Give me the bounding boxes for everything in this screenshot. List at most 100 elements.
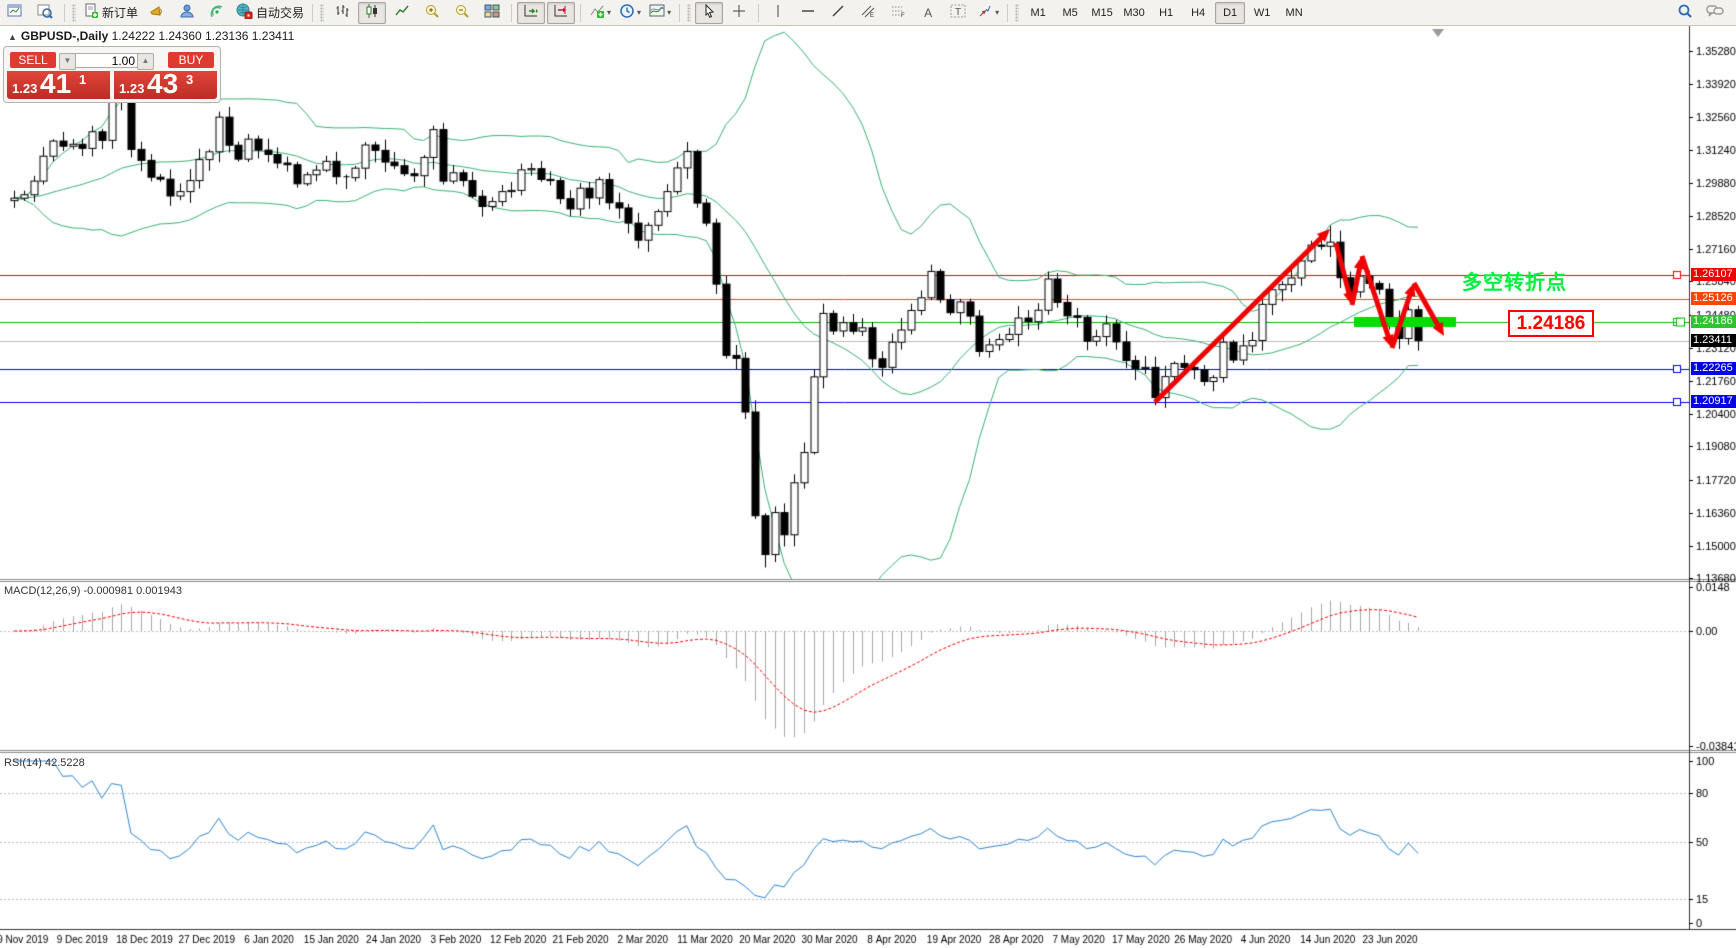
horizontal-line-icon: [800, 3, 816, 22]
megaphone-icon: [149, 3, 165, 22]
vertical-line-icon: [770, 3, 786, 22]
bar-chart-icon: [334, 3, 350, 22]
text-tool-button[interactable]: A: [914, 2, 942, 24]
price-badge-orange: 1.25126: [1691, 292, 1736, 305]
line-chart-button[interactable]: [388, 2, 416, 24]
cursor-icon: [701, 3, 717, 22]
tile-windows-icon: [484, 3, 500, 22]
templates-button[interactable]: ▾: [646, 2, 674, 24]
zoom-out-icon: [454, 3, 470, 22]
zoom-in-icon: [424, 3, 440, 22]
price-box-annotation[interactable]: 1.24186: [1508, 310, 1594, 337]
search-button[interactable]: [1671, 2, 1699, 24]
autotrading-icon: [236, 3, 253, 22]
buy-price-display[interactable]: 1.23 43 3: [114, 68, 217, 99]
chat-button[interactable]: [1701, 2, 1729, 24]
crosshair-icon: [731, 3, 747, 22]
trendline-tool-button[interactable]: [824, 2, 852, 24]
zoom-in-button[interactable]: [418, 2, 446, 24]
sell-price-display[interactable]: 1.23 41 1: [7, 68, 110, 99]
sell-button[interactable]: SELL: [10, 52, 56, 68]
fibonacci-icon: F: [890, 3, 906, 22]
dropdown-arrow-icon: ▾: [637, 8, 642, 17]
collapse-icon[interactable]: ▲: [8, 32, 17, 42]
ohlc-values: 1.24222 1.24360 1.23136 1.23411: [111, 29, 295, 43]
profiles-button[interactable]: [31, 2, 59, 24]
cursor-tool-button[interactable]: [695, 1, 724, 24]
autotrading-label: 自动交易: [256, 6, 305, 20]
chart-shift-icon: [553, 3, 569, 22]
bid-price-small: 1.23: [12, 81, 38, 96]
zoom-out-button[interactable]: [448, 2, 476, 24]
timeframe-m15-button[interactable]: M15: [1087, 2, 1117, 24]
chat-icon: [1706, 3, 1724, 22]
timeframe-m30-button[interactable]: M30: [1119, 2, 1149, 24]
price-badge-blue-1: 1.22265: [1691, 362, 1736, 375]
rsi-label: RSI(14) 42.5228: [4, 757, 85, 769]
svg-text:E: E: [870, 13, 874, 19]
tile-windows-button[interactable]: [478, 2, 506, 24]
svg-text:T: T: [955, 7, 961, 18]
auto-scroll-button[interactable]: [517, 1, 546, 24]
bar-chart-button[interactable]: [328, 2, 356, 24]
buy-button[interactable]: BUY: [168, 52, 214, 68]
auto-scroll-icon: [523, 3, 539, 22]
new-chart-button[interactable]: [1, 2, 29, 24]
timeframe-mn-button[interactable]: MN: [1279, 2, 1309, 24]
label-tool-button[interactable]: T: [944, 2, 972, 24]
volume-input[interactable]: [75, 53, 139, 68]
chart-canvas[interactable]: [0, 0, 1736, 948]
price-badge-green: 1.24186: [1691, 315, 1736, 328]
timeframe-m1-button[interactable]: M1: [1023, 2, 1053, 24]
clock-icon: [619, 3, 635, 22]
price-badge-blue-2: 1.20917: [1691, 395, 1736, 408]
dropdown-arrow-icon: ▾: [995, 8, 1000, 17]
price-badge-resistance: 1.26107: [1691, 268, 1736, 281]
periods-button[interactable]: ▾: [616, 2, 644, 24]
bid-price-sup: 1: [79, 72, 87, 87]
turning-point-annotation[interactable]: 多空转折点: [1462, 266, 1567, 295]
candlestick-chart-button[interactable]: [358, 1, 387, 24]
new-chart-icon: [7, 3, 23, 22]
new-order-label: 新订单: [102, 6, 139, 20]
autotrading-button[interactable]: 自动交易: [233, 2, 307, 24]
signal-icon: [209, 3, 225, 22]
mt4-terminal: { "toolbar": { "new_order_label": "新订单",…: [0, 0, 1736, 948]
ask-price-small: 1.23: [119, 81, 145, 96]
macd-label: MACD(12,26,9) -0.000981 0.001943: [4, 585, 182, 597]
candlestick-chart-icon: [364, 3, 380, 22]
timeframe-h4-button[interactable]: H4: [1183, 2, 1213, 24]
crosshair-tool-button[interactable]: [725, 2, 753, 24]
timeframe-d1-button[interactable]: D1: [1215, 1, 1246, 24]
one-click-trading-panel: SELL ▼ ▲ BUY 1.23 41 1 1.23 43 3: [3, 46, 221, 103]
indicators-button[interactable]: ▾: [586, 2, 614, 24]
arrows-tool-button[interactable]: ▾: [974, 2, 1002, 24]
indicators-icon: [589, 3, 605, 22]
horizontal-line-tool-button[interactable]: [794, 2, 822, 24]
vertical-line-tool-button[interactable]: [764, 2, 792, 24]
price-badge-current: 1.23411: [1691, 334, 1736, 347]
bid-price-big: 41: [40, 68, 72, 99]
dropdown-arrow-icon: ▾: [607, 8, 612, 17]
market-button[interactable]: [173, 2, 201, 24]
top-toolbar: 新订单 自动交易 ▾ ▾ ▾ E F A T ▾ M1 M5 M15 M30 H…: [0, 0, 1736, 26]
chart-shift-button[interactable]: [547, 1, 576, 24]
macd-values: -0.000981 0.001943: [83, 585, 182, 597]
search-icon: [1677, 3, 1693, 22]
svg-text:F: F: [901, 13, 905, 19]
new-order-button[interactable]: 新订单: [80, 2, 141, 24]
line-chart-icon: [394, 3, 410, 22]
channel-tool-button[interactable]: E: [854, 2, 882, 24]
ask-price-big: 43: [147, 68, 179, 99]
timeframe-w1-button[interactable]: W1: [1247, 2, 1277, 24]
mql5-button[interactable]: [143, 2, 171, 24]
symbol-period-title: GBPUSD-,Daily: [20, 29, 109, 43]
rsi-value: 42.5228: [44, 757, 85, 769]
ask-price-sup: 3: [186, 72, 194, 87]
signals-button[interactable]: [203, 2, 231, 24]
chart-title-bar: ▲ GBPUSD-,Daily 1.24222 1.24360 1.23136 1…: [8, 29, 294, 43]
timeframe-h1-button[interactable]: H1: [1151, 2, 1181, 24]
fibonacci-tool-button[interactable]: F: [884, 2, 912, 24]
person-icon: [179, 3, 195, 22]
timeframe-m5-button[interactable]: M5: [1055, 2, 1085, 24]
